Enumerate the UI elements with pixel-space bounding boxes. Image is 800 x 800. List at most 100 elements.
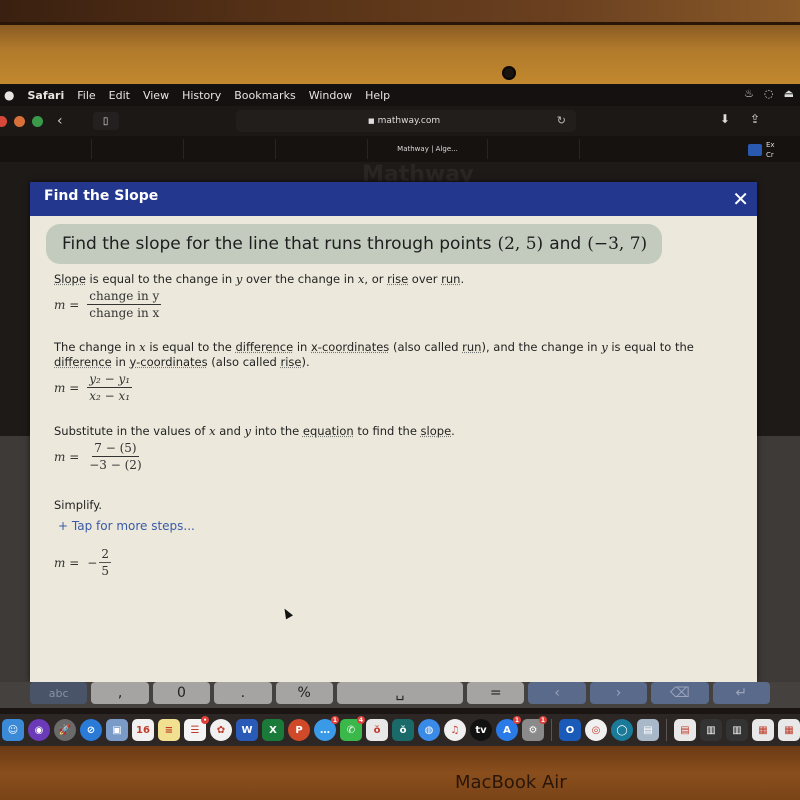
dock-app-reminders[interactable]: ☰ • (184, 716, 209, 741)
tab-4[interactable] (276, 139, 368, 159)
step-text-fragment: is equal to the (607, 340, 694, 354)
tab-6[interactable] (488, 139, 580, 159)
tab-1[interactable] (0, 139, 92, 159)
glossary-link[interactable]: equation (303, 424, 354, 438)
dock-app-globe-app[interactable]: ◍ (418, 719, 440, 741)
downloads-icon[interactable]: ⬇ (720, 112, 730, 126)
sync-icon[interactable]: ◌ (764, 87, 774, 100)
tab-2[interactable] (92, 139, 184, 159)
glossary-link[interactable]: rise (387, 272, 408, 286)
tap-more-steps-link[interactable]: + Tap for more steps... (58, 519, 195, 533)
glossary-link[interactable]: Slope (54, 272, 86, 286)
keyboard-key[interactable]: % (275, 682, 333, 704)
sidebar-toggle-button[interactable]: ▯ (92, 112, 119, 130)
glossary-link[interactable]: difference (235, 340, 293, 354)
menu-app-name[interactable]: Safari (27, 89, 64, 102)
step-text: Slope is equal to the change in y over t… (54, 272, 464, 287)
back-button[interactable]: ‹ (57, 113, 63, 129)
dock-app-excel[interactable]: X (262, 719, 284, 741)
zoom-window-button[interactable] (32, 115, 43, 127)
dock-app-doc-4[interactable]: ▦ (752, 719, 774, 741)
dock-app-safari[interactable]: ⊘ (80, 719, 102, 741)
keyboard-key[interactable]: ␣ (336, 682, 464, 704)
dock-app-doc-1[interactable]: ▤ (674, 719, 696, 741)
dock-app-image-capture[interactable]: ▤ (637, 719, 659, 741)
battery-icon[interactable]: ♨ (744, 87, 754, 100)
tab-mathway[interactable]: Mathway | Alge... (368, 139, 488, 159)
dock-app-finder[interactable]: ☺ (2, 719, 24, 741)
dock-app-messages[interactable]: … 1 (314, 716, 339, 741)
keyboard-key[interactable]: 0 (152, 682, 211, 704)
close-window-button[interactable] (0, 115, 7, 127)
glossary-link[interactable]: run (462, 340, 481, 354)
notification-line: Cr (766, 151, 774, 159)
keyboard-key[interactable]: . (214, 682, 272, 704)
doc-1-icon: ▤ (680, 724, 690, 736)
menu-bookmarks[interactable]: Bookmarks (234, 89, 295, 102)
excel-icon: X (269, 724, 277, 736)
globe-app-icon: ◍ (424, 724, 434, 736)
dock-app-facetime[interactable]: ✆ 4 (340, 716, 365, 741)
toolbar-right-actions: ⬇ ⇪ (720, 112, 760, 126)
keyboard-key[interactable]: = (467, 682, 525, 704)
laptop-bottom-bezel (0, 746, 800, 800)
address-bar[interactable]: ■ mathway.com ↻ (236, 110, 576, 132)
equation-sign: − (87, 555, 98, 570)
keyboard-key[interactable]: , (91, 682, 149, 704)
menu-view[interactable]: View (143, 89, 169, 102)
dock-app-doc-3[interactable]: ▥ (726, 719, 748, 741)
keyboard-key[interactable]: ‹ (528, 682, 586, 704)
dock-app-preview[interactable]: ▣ (106, 719, 128, 741)
menu-edit[interactable]: Edit (109, 89, 130, 102)
dock-app-app-medal-1[interactable]: ŏ (366, 719, 388, 741)
facetime-icon: ✆ (346, 724, 356, 736)
glossary-link[interactable]: x-coordinates (311, 340, 389, 354)
dock-app-doc-5[interactable]: ▦ (778, 719, 800, 741)
menu-file[interactable]: File (77, 89, 95, 102)
dock-app-chrome[interactable]: ◎ (585, 719, 607, 741)
dock-app-siri[interactable]: ◉ (28, 719, 50, 741)
keyboard-key[interactable]: abc (30, 682, 88, 704)
menu-window[interactable]: Window (309, 89, 352, 102)
tab-3[interactable] (184, 139, 276, 159)
step-text-fragment: ). (301, 355, 310, 369)
reload-icon[interactable]: ↻ (557, 114, 566, 127)
menu-history[interactable]: History (182, 89, 221, 102)
dock-app-powerpoint[interactable]: P (288, 719, 310, 741)
glossary-link[interactable]: rise (280, 355, 301, 369)
keyboard-key[interactable]: ⌫ (651, 682, 709, 704)
dock-app-photos[interactable]: ✿ (210, 719, 232, 741)
dock-app-notes[interactable]: ≡ (158, 719, 180, 741)
apple-icon[interactable]: ● (4, 88, 14, 102)
dock-app-doc-2[interactable]: ▥ (700, 719, 722, 741)
fraction-numerator: 7 − (5) (92, 441, 139, 457)
dock-app-music[interactable]: ♫ (444, 719, 466, 741)
dock-app-apple-tv[interactable]: tv (470, 719, 492, 741)
share-page-icon[interactable]: ⇪ (750, 112, 760, 126)
fraction-denominator: change in x (89, 306, 160, 320)
menu-help[interactable]: Help (365, 89, 390, 102)
app-medal-1-icon: ŏ (373, 724, 381, 736)
dock-app-app-store[interactable]: A1 (496, 716, 521, 741)
dock-app-launchpad[interactable]: 🚀 (54, 719, 76, 741)
keyboard-key[interactable]: ↵ (712, 682, 770, 704)
glossary-link[interactable]: y-coordinates (130, 355, 208, 369)
dock-app-system-preferences[interactable]: ⚙ 1 (522, 716, 547, 741)
fraction: 7 − (5) −3 − (2) (87, 441, 143, 472)
messages-icon: … (320, 724, 330, 736)
glossary-link[interactable]: run (441, 272, 460, 286)
glossary-link[interactable]: slope (421, 424, 452, 438)
sidebar-icon: ▯ (102, 115, 109, 127)
minimize-window-button[interactable] (14, 115, 25, 127)
notification-badge: 1 (539, 716, 547, 724)
glossary-link[interactable]: difference (54, 355, 112, 369)
dock-app-circle-app[interactable]: ◯ (611, 719, 633, 741)
dock-app-app-medal-2[interactable]: ŏ (392, 719, 414, 741)
airplay-icon[interactable]: ⏏ (784, 87, 794, 100)
dock-app-calendar[interactable]: 16 (132, 719, 154, 741)
keyboard-key[interactable]: › (589, 682, 648, 704)
modal-header: Find the Slope ✕ (30, 182, 757, 216)
dock-app-word[interactable]: W (236, 719, 258, 741)
dock-app-outlook[interactable]: O (559, 719, 581, 741)
close-icon[interactable]: ✕ (732, 187, 749, 211)
